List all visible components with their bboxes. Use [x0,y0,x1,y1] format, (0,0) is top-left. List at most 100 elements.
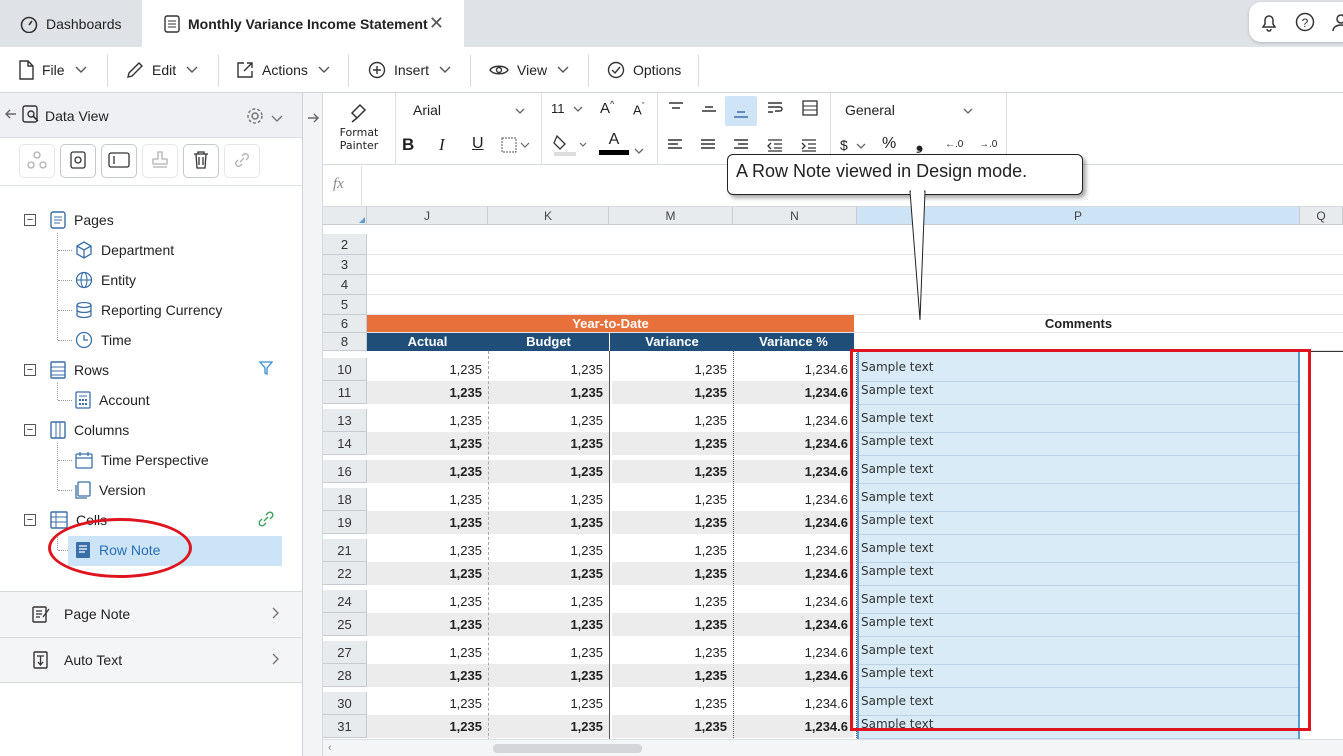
table-cell[interactable]: 1,234.6 [733,645,854,660]
row-header[interactable]: 28 [323,664,367,687]
italic-button[interactable]: I [439,135,445,155]
table-cell[interactable]: 1,235 [488,594,609,609]
align-middle-icon[interactable] [700,103,718,120]
table-cell[interactable]: 1,235 [488,436,609,451]
table-cell[interactable]: 1,235 [488,464,609,479]
comma-button[interactable]: ❟ [916,133,923,154]
number-format-select[interactable]: General [837,99,987,121]
menu-insert[interactable]: Insert [368,47,451,93]
table-cell[interactable]: 1,235 [488,645,609,660]
stamp-button[interactable] [142,144,178,178]
table-cell[interactable]: 1,234.6 [733,436,854,451]
text-box-button[interactable] [101,144,137,178]
collapse-toggle[interactable]: − [24,514,36,526]
row-header[interactable]: 27 [323,641,367,664]
table-cell[interactable]: 1,234.6 [733,566,854,581]
table-cell[interactable]: 1,234.6 [733,696,854,711]
scroll-left-icon[interactable]: ‹ [328,742,332,754]
gear-icon[interactable] [245,106,265,129]
table-cell[interactable]: 1,235 [611,492,733,507]
row-header[interactable]: 14 [323,432,367,455]
table-cell[interactable]: 1,234.6 [733,594,854,609]
table-cell[interactable]: 1,235 [367,413,488,428]
percent-button[interactable]: % [882,135,896,153]
increase-decimal-button[interactable]: →.0 [979,139,997,150]
accordion-page-note[interactable]: Page Note [0,591,302,636]
row-header[interactable]: 3 [323,255,367,275]
link-button[interactable] [224,144,260,178]
chevron-down-icon[interactable] [271,110,283,126]
table-cell[interactable]: 1,234.6 [733,515,854,530]
borders-button[interactable] [501,137,531,156]
table-cell[interactable]: 1,235 [488,362,609,377]
tree-node-columns[interactable]: Columns [50,418,129,442]
table-cell[interactable]: 1,235 [611,413,733,428]
font-family-select[interactable]: Arial [405,99,533,121]
table-cell[interactable]: 1,235 [367,594,488,609]
table-cell[interactable]: 1,235 [367,436,488,451]
delete-button[interactable] [183,144,219,178]
table-cell[interactable]: 1,235 [367,668,488,683]
properties-button[interactable] [60,144,96,178]
fill-color-button[interactable] [553,133,587,160]
table-cell[interactable]: 1,235 [611,362,733,377]
help-icon[interactable]: ? [1295,12,1315,35]
select-all-corner[interactable] [323,207,367,225]
tree-node-rows[interactable]: Rows [50,358,109,382]
column-header-k[interactable]: K [488,207,609,225]
column-header-j[interactable]: J [367,207,488,225]
table-cell[interactable]: 1,235 [367,385,488,400]
row-header[interactable]: 6 [323,315,367,333]
collapse-toggle[interactable]: − [24,424,36,436]
row-header[interactable]: 18 [323,488,367,511]
table-cell[interactable]: 1,235 [367,719,488,734]
row-header[interactable]: 13 [323,409,367,432]
table-cell[interactable]: 1,235 [488,566,609,581]
table-cell[interactable]: 1,235 [488,413,609,428]
decrease-decimal-button[interactable]: ←.0 [945,139,963,150]
row-header[interactable]: 30 [323,692,367,715]
table-cell[interactable]: 1,235 [611,436,733,451]
table-cell[interactable]: 1,234.6 [733,385,854,400]
row-header[interactable]: 25 [323,613,367,636]
table-cell[interactable]: 1,235 [367,617,488,632]
user-icon[interactable] [1331,12,1343,35]
shrink-font-button[interactable]: Aˇ [633,101,645,117]
outdent-icon[interactable] [766,138,784,155]
tree-node-version[interactable]: Version [75,478,146,502]
table-cell[interactable]: 1,235 [488,719,609,734]
horizontal-scrollbar[interactable]: ‹ [323,739,1343,756]
table-cell[interactable]: 1,234.6 [733,543,854,558]
bell-icon[interactable] [1259,12,1279,35]
table-cell[interactable]: 1,235 [611,645,733,660]
tree-node-time[interactable]: Time [75,328,132,352]
arrow-right-icon[interactable] [306,111,320,128]
link-icon[interactable] [258,511,274,530]
bold-button[interactable]: B [402,135,414,155]
table-cell[interactable]: 1,235 [367,696,488,711]
close-icon[interactable]: ✕ [429,13,444,34]
scrollbar-thumb[interactable] [493,744,642,753]
wrap-text-icon[interactable] [766,101,784,118]
row-header[interactable]: 16 [323,460,367,483]
row-header[interactable]: 4 [323,275,367,295]
table-cell[interactable]: 1,235 [488,385,609,400]
menu-actions[interactable]: Actions [236,47,330,93]
row-header[interactable]: 5 [323,295,367,315]
tree-node-department[interactable]: Department [75,238,174,262]
table-cell[interactable]: 1,234.6 [733,362,854,377]
tree-node-account[interactable]: Account [75,388,150,412]
table-cell[interactable]: 1,235 [488,515,609,530]
underline-button[interactable]: U [472,135,484,153]
collapse-toggle[interactable]: − [24,364,36,376]
merge-cells-icon[interactable] [801,99,819,120]
column-header-m[interactable]: M [609,207,733,225]
align-left-icon[interactable] [666,138,684,155]
hierarchy-button[interactable] [19,144,55,178]
row-header[interactable]: 31 [323,715,367,738]
row-header[interactable]: 10 [323,358,367,381]
tab-dashboards[interactable]: Dashboards [0,0,142,47]
table-cell[interactable]: 1,235 [611,566,733,581]
row-header[interactable]: 21 [323,539,367,562]
table-cell[interactable]: 1,235 [488,543,609,558]
